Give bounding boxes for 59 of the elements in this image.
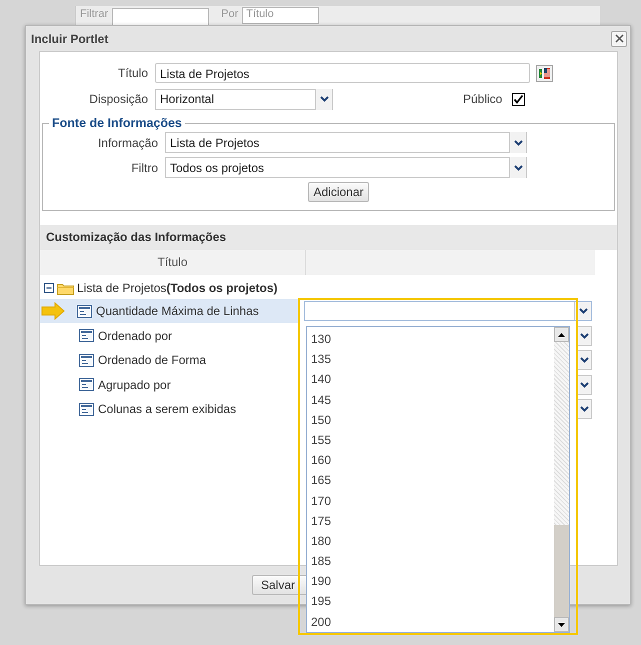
chevron-down-icon — [514, 140, 522, 146]
tree-item[interactable]: Colunas a serem exibidas — [40, 397, 300, 422]
dropdown-option[interactable]: 165 — [307, 470, 554, 490]
chevron-down-icon — [320, 96, 328, 102]
dropdown-option[interactable]: 140 — [307, 369, 554, 390]
folder-icon — [57, 282, 74, 294]
dialog-title: Incluir Portlet — [31, 32, 108, 46]
chevron-down-icon — [580, 382, 588, 388]
scroll-up-icon[interactable] — [558, 332, 565, 336]
tree-item[interactable]: Agrupado por — [40, 372, 300, 397]
list-item-icon — [79, 378, 94, 392]
dropdown-option[interactable]: 200 — [307, 612, 554, 632]
collapse-icon[interactable] — [44, 283, 54, 293]
section-legend: Fonte de Informações — [49, 116, 185, 130]
title-field[interactable]: Lista de Projetos — [155, 63, 530, 83]
by-label: Por — [221, 8, 238, 20]
dropdown-option[interactable]: 155 — [307, 430, 554, 450]
public-label: Público — [463, 92, 502, 106]
chevron-down-icon — [580, 332, 588, 339]
dropdown-option[interactable]: 160 — [307, 450, 554, 470]
chevron-down-icon — [578, 308, 588, 314]
dropdown-option[interactable]: 185 — [307, 551, 554, 572]
list-item-icon — [79, 329, 94, 342]
list-item-icon — [77, 304, 92, 318]
tree-item[interactable]: Ordenado de Forma — [40, 348, 300, 372]
dropdown-option[interactable]: 175 — [307, 510, 554, 531]
dropdown-option[interactable]: 145 — [307, 390, 554, 410]
chevron-down-icon — [580, 406, 588, 412]
add-button[interactable]: Adicionar — [308, 182, 369, 202]
close-button[interactable] — [611, 30, 627, 46]
filter-field[interactable] — [112, 8, 210, 26]
close-icon — [614, 34, 624, 43]
chevron-down-icon — [514, 164, 522, 170]
dropdown-option[interactable]: 180 — [307, 530, 554, 552]
flag-icon[interactable] — [536, 64, 553, 82]
dropdown-option[interactable]: 170 — [307, 490, 554, 511]
field-label: Informação — [96, 136, 159, 150]
dropdown-option[interactable]: 135 — [307, 349, 554, 370]
chevron-down-icon — [580, 357, 588, 364]
field-label: Filtro — [130, 160, 159, 174]
list-item-icon — [79, 402, 94, 416]
field-label: Disposição — [88, 92, 149, 106]
source-select[interactable]: Lista de Projetos — [165, 132, 527, 153]
scrollbar[interactable] — [554, 327, 569, 632]
column-header: Título — [40, 250, 306, 275]
scroll-down-icon[interactable] — [558, 622, 565, 626]
layout-select[interactable]: Horizontal — [155, 88, 333, 110]
tree-item[interactable]: Ordenado por — [40, 324, 300, 348]
list-item-icon — [79, 354, 94, 367]
dropdown-option[interactable]: 130 — [307, 329, 554, 350]
section-header: Customização das Informações — [40, 225, 617, 250]
field-label: Título — [116, 66, 149, 80]
tree-item[interactable]: Quantidade Máxima de Linhas — [40, 299, 300, 324]
filter-label: Filtrar — [80, 8, 108, 20]
public-checkbox[interactable] — [512, 92, 526, 106]
tree-node-label[interactable]: Lista de Projetos(Todos os projetos) — [77, 281, 278, 295]
source-select[interactable]: Todos os projetos — [165, 157, 527, 178]
arrow-icon — [41, 302, 65, 320]
dropdown-option[interactable]: 150 — [307, 410, 554, 430]
